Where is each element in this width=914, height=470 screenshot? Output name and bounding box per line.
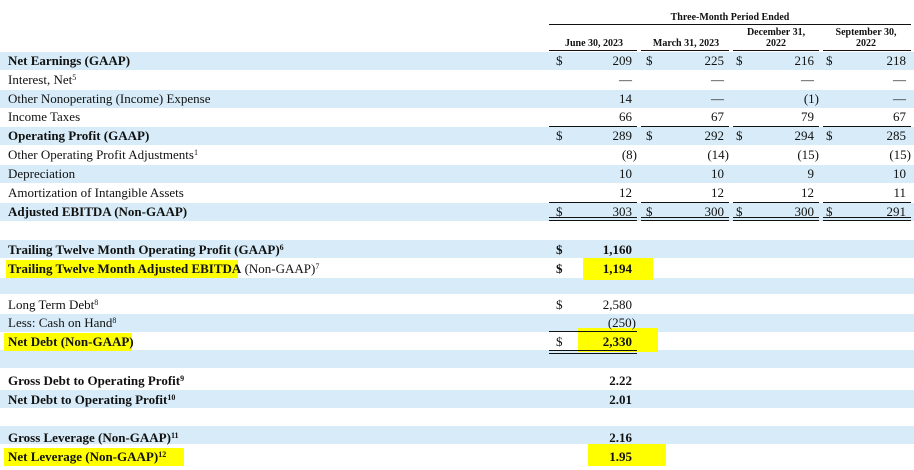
table-cell: 292 bbox=[704, 128, 725, 143]
subtotal-rule bbox=[641, 202, 729, 203]
table-cell: 10 bbox=[711, 166, 724, 181]
subtotal-rule bbox=[733, 126, 819, 127]
table-cell: (15) bbox=[889, 147, 911, 162]
net-debt-ratio-label: Net Debt to Operating Profit10 bbox=[8, 392, 176, 407]
row-band bbox=[0, 278, 914, 294]
gross-leverage-value: 2.16 bbox=[609, 430, 632, 445]
table-cell: — bbox=[801, 72, 814, 87]
row-label: Income Taxes bbox=[8, 109, 81, 124]
col-rule bbox=[641, 50, 729, 51]
table-cell: 67 bbox=[711, 109, 724, 124]
net-debt-value: 2,330 bbox=[602, 334, 632, 349]
col-header-jun-2023: June 30, 2023 bbox=[564, 38, 624, 49]
table-cell: — bbox=[893, 91, 906, 106]
table-cell: 66 bbox=[619, 109, 632, 124]
total-double-rule bbox=[549, 350, 637, 354]
col-header-dec-2022: December 31, 2022 bbox=[746, 27, 806, 49]
row-label: Other Operating Profit Adjustments1 bbox=[8, 147, 198, 162]
table-cell: (1) bbox=[803, 91, 819, 106]
net-debt-ratio-value: 2.01 bbox=[609, 392, 632, 407]
cash-on-hand-label: Less: Cash on Hand8 bbox=[8, 315, 117, 330]
table-cell: 289 bbox=[612, 128, 633, 143]
row-label: Interest, Net5 bbox=[8, 72, 77, 87]
total-double-rule bbox=[733, 217, 819, 221]
col-header-mar-2023: March 31, 2023 bbox=[652, 38, 720, 49]
table-cell: — bbox=[619, 72, 632, 87]
subtotal-rule bbox=[641, 126, 729, 127]
subtotal-rule bbox=[549, 331, 637, 332]
gross-debt-ratio-value: 2.22 bbox=[609, 373, 632, 388]
subtotal-rule bbox=[549, 202, 637, 203]
long-term-debt-value: 2,580 bbox=[602, 297, 632, 312]
total-double-rule bbox=[641, 217, 729, 221]
col-rule bbox=[823, 50, 911, 51]
row-label: Operating Profit (GAAP) bbox=[8, 128, 150, 143]
net-leverage-label: Net Leverage (Non-GAAP)12 bbox=[8, 449, 167, 464]
row-band bbox=[0, 350, 914, 368]
row-label: Other Nonoperating (Income) Expense bbox=[8, 91, 211, 106]
subtotal-rule bbox=[823, 202, 911, 203]
net-debt-label: Net Debt (Non-GAAP) bbox=[8, 334, 134, 349]
ttm-adjusted-ebitda-label: Trailing Twelve Month Adjusted EBITDA (N… bbox=[8, 261, 320, 276]
long-term-debt-label: Long Term Debt8 bbox=[8, 297, 99, 312]
table-cell: (14) bbox=[707, 147, 729, 162]
col-header-sep-2022: September 30, 2022 bbox=[835, 27, 897, 49]
table-cell: 285 bbox=[886, 128, 907, 143]
table-cell: (8) bbox=[621, 147, 637, 162]
table-cell: — bbox=[893, 72, 906, 87]
table-cell: — bbox=[711, 91, 724, 106]
ttm-operating-profit-value: 1,160 bbox=[602, 242, 632, 257]
table-cell: 209 bbox=[612, 53, 633, 68]
table-cell: 12 bbox=[711, 185, 724, 200]
table-cell: 218 bbox=[886, 53, 907, 68]
row-label: Net Earnings (GAAP) bbox=[8, 53, 131, 68]
table-cell: (15) bbox=[797, 147, 819, 162]
table-cell: 10 bbox=[619, 166, 632, 181]
row-label: Adjusted EBITDA (Non-GAAP) bbox=[8, 204, 188, 219]
ttm-operating-profit-label: Trailing Twelve Month Operating Profit (… bbox=[8, 242, 284, 257]
total-double-rule bbox=[549, 217, 637, 221]
total-double-rule bbox=[823, 217, 911, 221]
subtotal-rule bbox=[733, 202, 819, 203]
table-cell: 12 bbox=[619, 185, 632, 200]
ttm-adjusted-ebitda-value: 1,194 bbox=[602, 261, 632, 276]
table-cell: 216 bbox=[794, 53, 815, 68]
table-cell: 225 bbox=[704, 53, 725, 68]
subtotal-rule bbox=[549, 126, 637, 127]
table-cell: 14 bbox=[619, 91, 632, 106]
row-label: Depreciation bbox=[8, 166, 76, 181]
row-label: Amortization of Intangible Assets bbox=[8, 185, 184, 200]
header-rule bbox=[549, 24, 911, 25]
table-cell: 79 bbox=[801, 109, 814, 124]
gross-leverage-label: Gross Leverage (Non-GAAP)11 bbox=[8, 430, 179, 445]
row-band bbox=[0, 314, 914, 332]
net-leverage-value: 1.95 bbox=[609, 449, 632, 464]
period-title: Three-Month Period Ended bbox=[670, 12, 790, 23]
table-cell: 67 bbox=[893, 109, 906, 124]
table-cell: 11 bbox=[893, 185, 906, 200]
subtotal-rule bbox=[823, 126, 911, 127]
table-cell: 10 bbox=[893, 166, 906, 181]
table-cell: 294 bbox=[794, 128, 815, 143]
col-rule bbox=[733, 50, 819, 51]
gross-debt-ratio-label: Gross Debt to Operating Profit9 bbox=[8, 373, 185, 388]
col-rule bbox=[549, 50, 637, 51]
table-cell: 9 bbox=[807, 166, 815, 181]
cash-on-hand-value: (250) bbox=[607, 315, 636, 330]
table-cell: 12 bbox=[801, 185, 814, 200]
table-cell: — bbox=[711, 72, 724, 87]
